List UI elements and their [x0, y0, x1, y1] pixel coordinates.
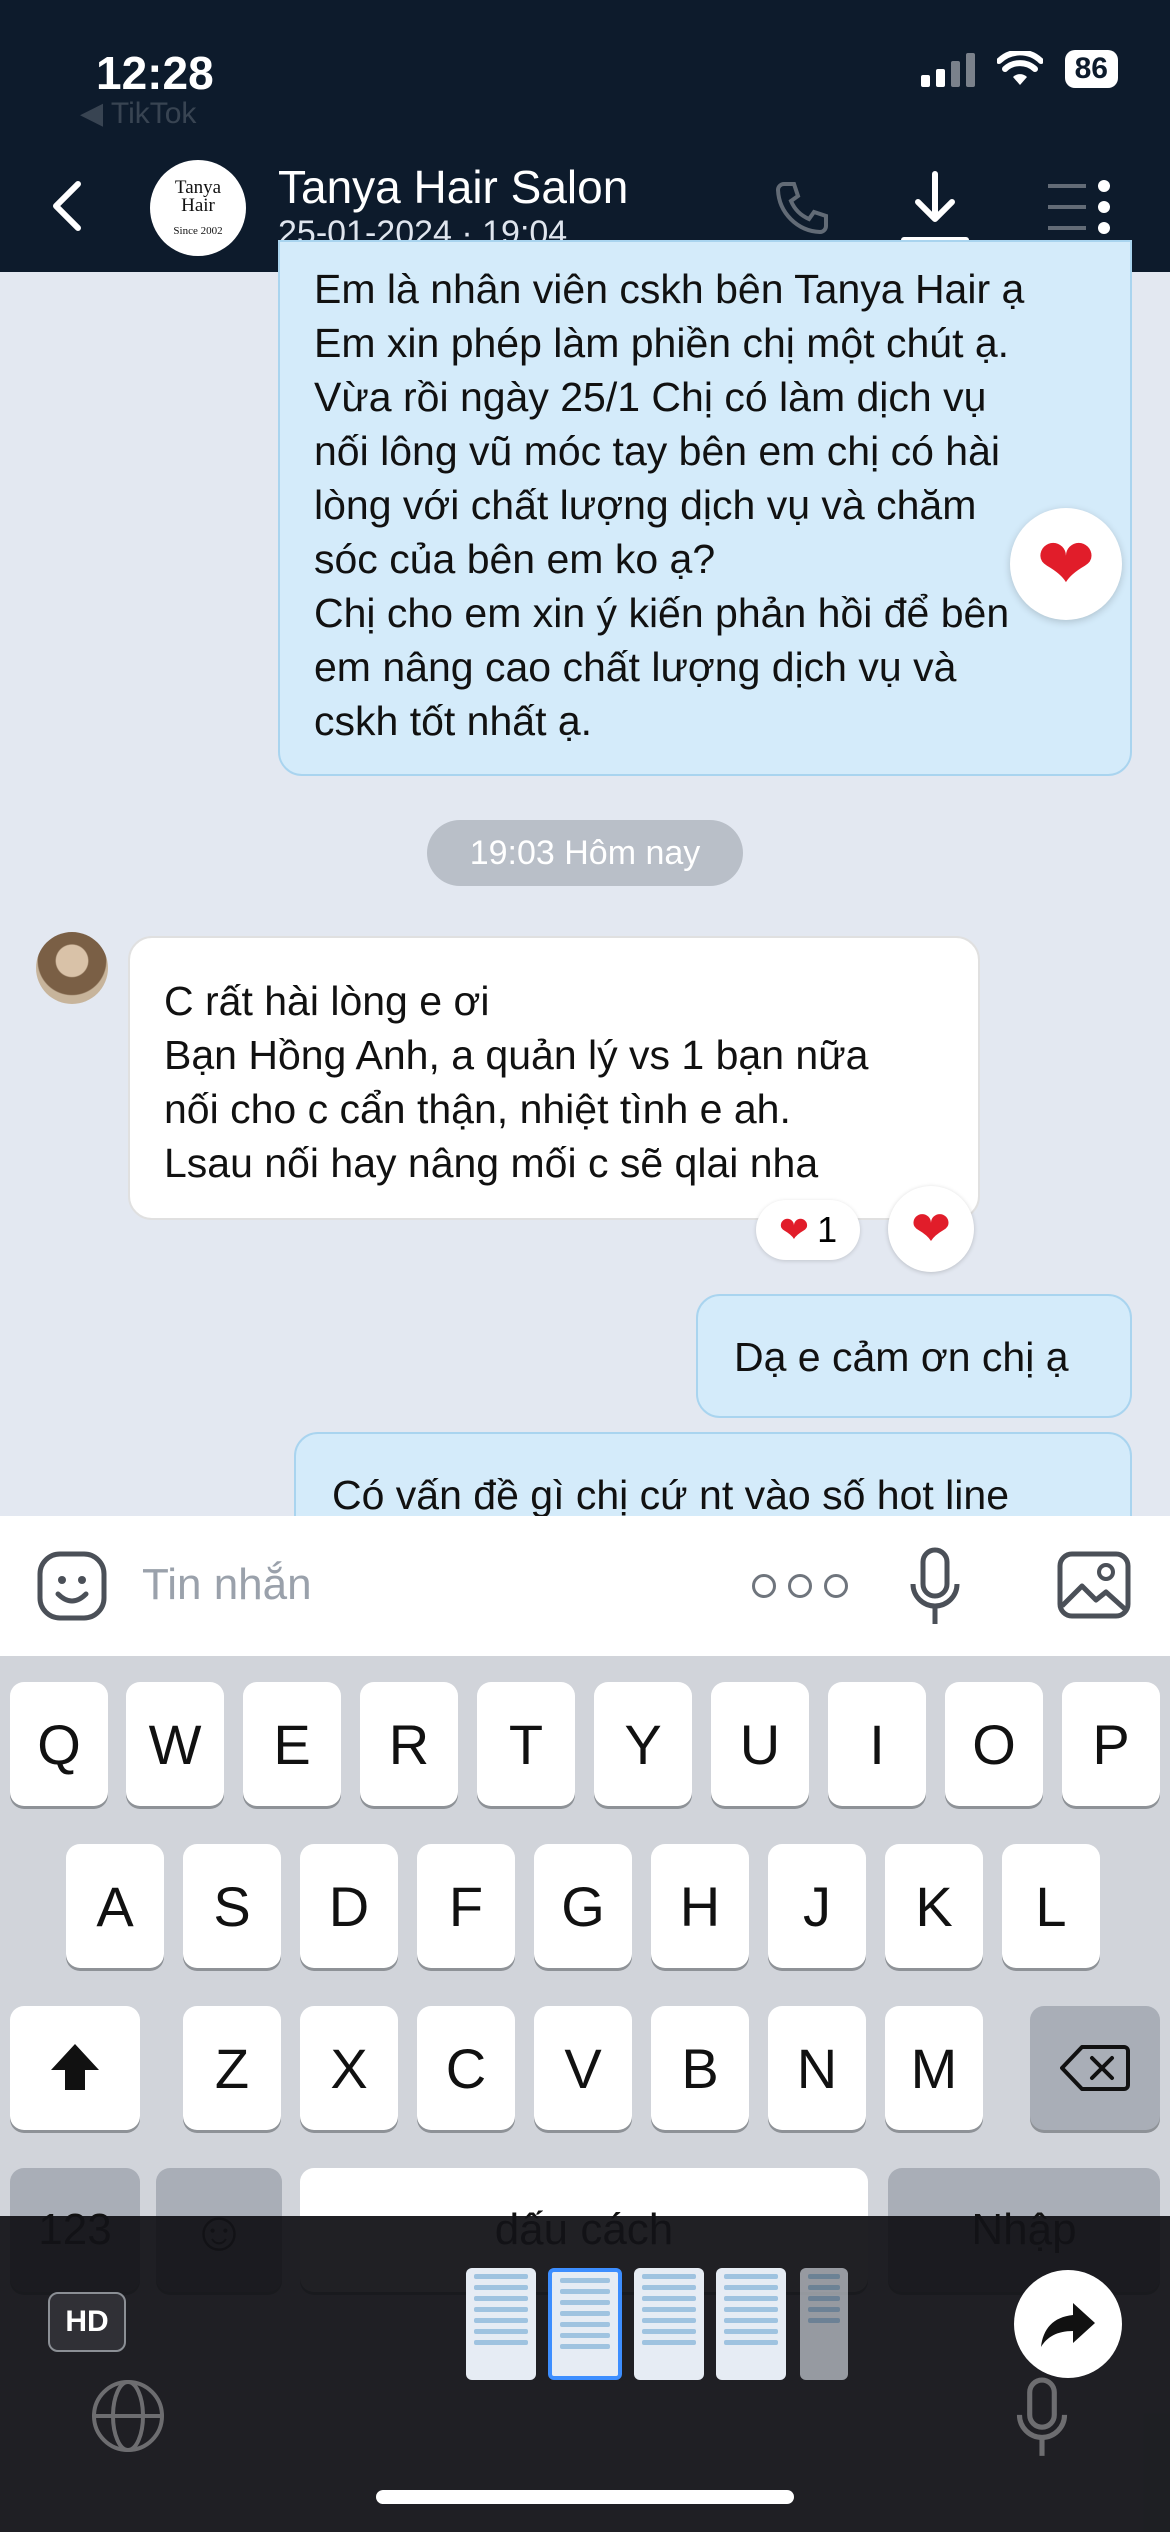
message-line: Dạ e cảm ơn chị ạ — [734, 1334, 1069, 1380]
backspace-icon — [1060, 2045, 1130, 2091]
hd-toggle[interactable]: HD — [48, 2292, 126, 2352]
avatar-text: Hair — [181, 195, 215, 216]
message-input-bar: Tin nhắn — [0, 1516, 1170, 1656]
message-line: Chị cho em xin ý kiến phản hồi để bên — [314, 590, 1010, 636]
message-line: nối cho c cẩn thận, nhiệt tình e ah. — [164, 1086, 791, 1132]
key-o[interactable]: O — [945, 1682, 1043, 1806]
screenshot-thumbnail-selected[interactable] — [548, 2268, 622, 2380]
wifi-icon — [996, 51, 1043, 85]
background-ghost-app-label: ◀ TikTok — [80, 97, 197, 130]
back-icon[interactable] — [40, 176, 100, 236]
share-button[interactable] — [1014, 2270, 1122, 2378]
key-l[interactable]: L — [1002, 1844, 1100, 1968]
key-d[interactable]: D — [300, 1844, 398, 1968]
key-f[interactable]: F — [417, 1844, 515, 1968]
message-line: nối lông vũ móc tay bên em chị có hài — [314, 428, 1000, 474]
message-line: Có vấn đề gì chị cứ nt vào số hot line — [332, 1472, 1010, 1518]
reaction-summary[interactable]: ❤ 1 — [756, 1200, 860, 1260]
avatar-text: Since 2002 — [173, 225, 223, 237]
message-bubble-incoming[interactable]: C rất hài lòng e ơi Bạn Hồng Anh, a quản… — [128, 936, 980, 1220]
share-icon — [1041, 2303, 1095, 2347]
key-b[interactable]: B — [651, 2006, 749, 2130]
call-icon[interactable] — [770, 176, 834, 240]
signal-icon — [920, 51, 975, 87]
message-line: sóc của bên em ko ạ? — [314, 536, 716, 582]
backspace-key[interactable] — [1030, 2006, 1160, 2130]
key-y[interactable]: Y — [594, 1682, 692, 1806]
more-icon[interactable] — [752, 1574, 848, 1598]
key-a[interactable]: A — [66, 1844, 164, 1968]
key-c[interactable]: C — [417, 2006, 515, 2130]
menu-icon[interactable] — [1046, 178, 1116, 236]
key-e[interactable]: E — [243, 1682, 341, 1806]
key-z[interactable]: Z — [183, 2006, 281, 2130]
screenshot-thumbnail[interactable] — [634, 2268, 704, 2380]
keyboard: Q W E R T Y U I O P A S D F G H J K L Z … — [0, 1656, 1170, 2292]
message-input[interactable]: Tin nhắn — [142, 1560, 312, 1610]
message-line: lòng với chất lượng dịch vụ và chăm — [314, 482, 977, 528]
message-bubble-outgoing[interactable]: Dạ e cảm ơn chị ạ — [696, 1294, 1132, 1418]
screenshot-thumbnail[interactable] — [716, 2268, 786, 2380]
key-s[interactable]: S — [183, 1844, 281, 1968]
message-line: C rất hài lòng e ơi — [164, 978, 490, 1024]
home-indicator — [376, 2490, 794, 2504]
screenshot-thumbnail[interactable] — [466, 2268, 536, 2380]
key-g[interactable]: G — [534, 1844, 632, 1968]
salon-avatar[interactable]: Tanya Hair Since 2002 — [150, 160, 246, 256]
key-t[interactable]: T — [477, 1682, 575, 1806]
key-i[interactable]: I — [828, 1682, 926, 1806]
chat-header: ◀ TikTok 12:28 86 Tanya Hair Since 2002 … — [0, 0, 1170, 272]
status-time: 12:28 — [96, 47, 214, 99]
message-line: Em xin phép làm phiền chị một chút ạ. — [314, 320, 1010, 366]
message-line: Lsau nối hay nâng mối c sẽ qlai nha — [164, 1140, 819, 1186]
key-w[interactable]: W — [126, 1682, 224, 1806]
emoji-icon[interactable] — [36, 1550, 108, 1622]
shift-key[interactable] — [10, 2006, 140, 2130]
reaction-count: 1 — [817, 1209, 838, 1250]
screenshot-thumbnail[interactable] — [800, 2268, 848, 2380]
react-heart-button[interactable]: ❤ — [888, 1186, 974, 1272]
key-m[interactable]: M — [885, 2006, 983, 2130]
key-q[interactable]: Q — [10, 1682, 108, 1806]
heart-icon: ❤ — [778, 1209, 810, 1250]
status-indicators: 86 — [920, 50, 1118, 88]
key-j[interactable]: J — [768, 1844, 866, 1968]
globe-icon[interactable] — [88, 2376, 168, 2456]
message-line: Bạn Hồng Anh, a quản lý vs 1 bạn nữa — [164, 1032, 869, 1078]
download-icon[interactable] — [900, 168, 970, 246]
chat-title[interactable]: Tanya Hair Salon — [278, 160, 628, 214]
key-n[interactable]: N — [768, 2006, 866, 2130]
message-bubble-outgoing[interactable]: Em là nhân viên cskh bên Tanya Hair ạ Em… — [278, 240, 1132, 776]
key-k[interactable]: K — [885, 1844, 983, 1968]
key-x[interactable]: X — [300, 2006, 398, 2130]
key-u[interactable]: U — [711, 1682, 809, 1806]
battery-indicator: 86 — [1064, 50, 1118, 88]
message-line: Em là nhân viên cskh bên Tanya Hair ạ — [314, 266, 1025, 312]
shift-icon — [51, 2044, 99, 2090]
mic-icon[interactable] — [908, 1546, 962, 1630]
key-p[interactable]: P — [1062, 1682, 1160, 1806]
message-line: Vừa rồi ngày 25/1 Chị có làm dịch vụ — [314, 374, 987, 420]
key-r[interactable]: R — [360, 1682, 458, 1806]
time-separator: 19:03 Hôm nay — [427, 820, 743, 886]
image-icon[interactable] — [1056, 1550, 1132, 1620]
dictation-mic-icon[interactable] — [1012, 2376, 1072, 2462]
sender-avatar[interactable] — [36, 932, 108, 1004]
key-v[interactable]: V — [534, 2006, 632, 2130]
key-h[interactable]: H — [651, 1844, 749, 1968]
heart-reaction-icon[interactable]: ❤ — [1010, 508, 1122, 620]
message-line: cskh tốt nhất ạ. — [314, 698, 593, 744]
message-line: em nâng cao chất lượng dịch vụ và — [314, 644, 957, 690]
